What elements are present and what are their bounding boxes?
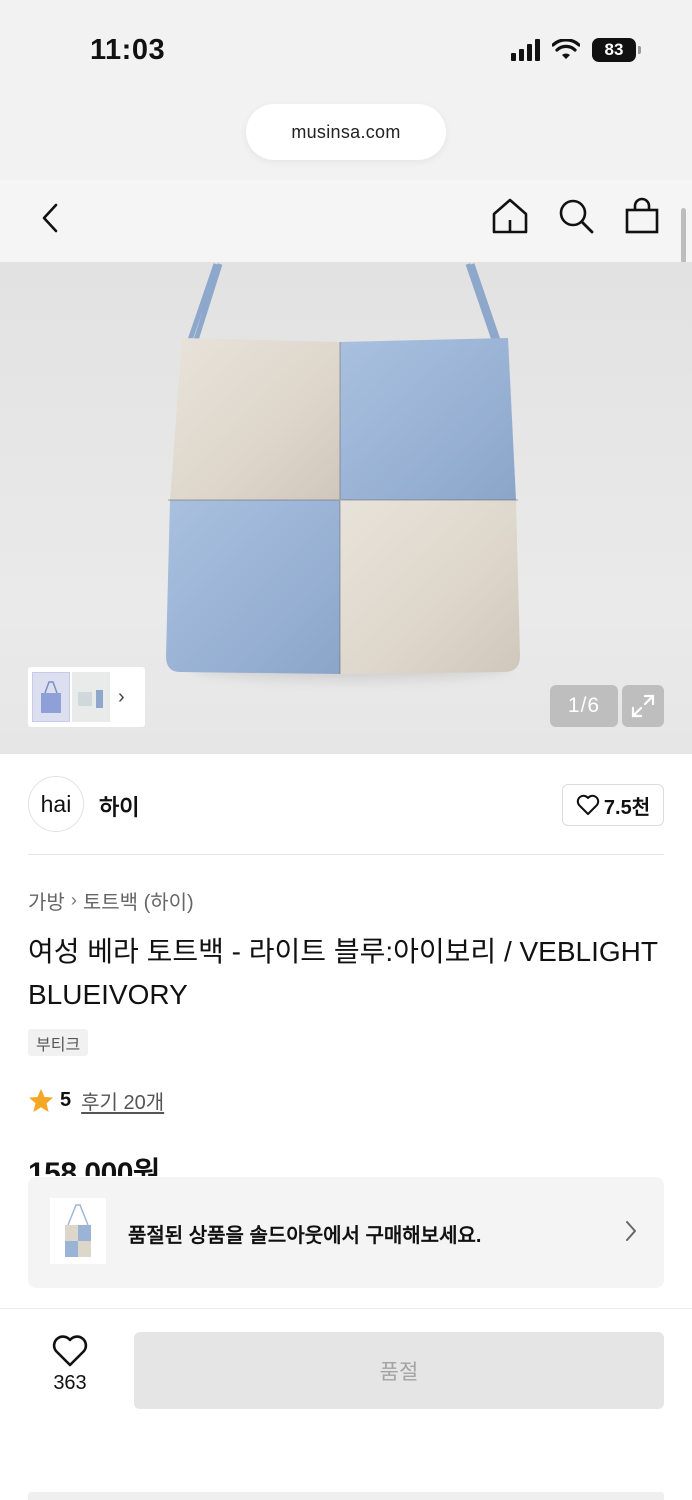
product-title: 여성 베라 토트백 - 라이트 블루:아이보리 / VEBLIGHTBLUEIV… (28, 936, 658, 1010)
bottom-bar-divider (0, 1308, 692, 1309)
shopping-bag-icon (625, 197, 659, 234)
soldout-purchase-button[interactable]: 품절 (134, 1332, 664, 1409)
url-bar[interactable]: musinsa.com (246, 104, 446, 160)
review-link[interactable]: 후기 20개 (81, 1086, 164, 1115)
chevron-left-icon (42, 203, 58, 233)
product-price: 158,000원 (28, 1157, 161, 1176)
browser-url-area: musinsa.com (0, 100, 692, 180)
wifi-icon (552, 39, 580, 59)
soldout-banner-text: 품절된 상품을 솔드아웃에서 구매해보세요. (128, 1225, 482, 1247)
brand-like-count: 7.5천 (603, 796, 651, 819)
battery-icon: 83 (592, 38, 641, 62)
cellular-signal-icon (511, 39, 540, 61)
bag-thumbnail-icon (41, 681, 61, 713)
home-icon (492, 198, 528, 234)
chevron-right-icon: › (70, 890, 77, 910)
home-button[interactable] (490, 196, 530, 236)
bag-strap (187, 263, 501, 341)
bag-thumbnail-icon (65, 1204, 91, 1257)
status-bar: 11:03 83 (0, 0, 692, 100)
star-icon (29, 1088, 53, 1112)
back-button[interactable] (30, 198, 70, 238)
product-tag: 부티크 (28, 1029, 89, 1056)
thumbnail-strip[interactable]: › (28, 667, 145, 727)
thumbnail-2[interactable] (72, 672, 110, 722)
status-time: 11:03 (90, 34, 166, 66)
chevron-right-icon[interactable]: › (118, 686, 125, 709)
breadcrumb-category[interactable]: 가방 (28, 886, 65, 915)
heart-icon (52, 1335, 88, 1367)
brand-logo[interactable]: hai (28, 776, 84, 832)
brand-row[interactable]: hai 하이 7.5천 (28, 776, 664, 834)
divider (28, 854, 664, 855)
product-image (166, 338, 520, 674)
soldout-banner-thumbnail (50, 1198, 106, 1264)
bottom-edge (28, 1492, 664, 1500)
brand-name[interactable]: 하이 (99, 790, 139, 822)
rating-score: 5 (60, 1089, 72, 1111)
top-nav-bar (0, 180, 692, 262)
battery-level: 83 (604, 40, 624, 59)
cart-button[interactable] (622, 196, 662, 236)
breadcrumb-subcategory[interactable]: 토트백 (하이) (83, 886, 194, 915)
status-icons: 83 (511, 38, 641, 62)
bag-thumbnail-icon (78, 690, 103, 708)
breadcrumb: 가방 › 토트백 (하이) (28, 886, 194, 915)
expand-image-button[interactable] (622, 685, 664, 727)
soldout-banner[interactable]: 품절된 상품을 솔드아웃에서 구매해보세요. (28, 1177, 664, 1288)
expand-icon (631, 694, 655, 718)
search-icon (559, 199, 594, 234)
thumbnail-1[interactable] (32, 672, 70, 722)
image-counter: 1/6 (550, 685, 618, 727)
wishlist-button[interactable]: 363 (30, 1334, 110, 1404)
rating-row: 5 후기 20개 (28, 1086, 164, 1115)
wishlist-count: 363 (53, 1372, 87, 1394)
heart-icon (576, 794, 600, 815)
brand-like-button[interactable]: 7.5천 (562, 784, 664, 826)
chevron-right-icon (626, 1221, 636, 1241)
search-button[interactable] (556, 196, 596, 236)
